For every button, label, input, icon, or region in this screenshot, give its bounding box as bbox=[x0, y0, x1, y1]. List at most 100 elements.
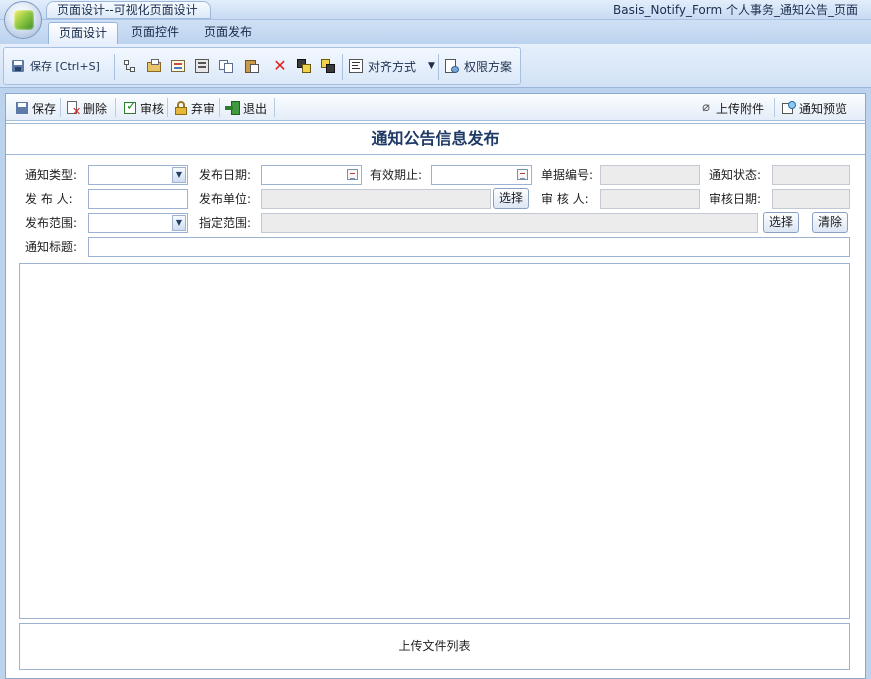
notify-preview-button[interactable]: 通知预览 bbox=[781, 99, 847, 117]
toolbar-separator bbox=[774, 98, 775, 117]
chevron-down-icon[interactable]: ▼ bbox=[172, 167, 186, 183]
notify-preview-label: 通知预览 bbox=[799, 101, 848, 116]
chevron-down-icon: ▼ bbox=[428, 61, 435, 71]
form-audit-label: 审核 bbox=[140, 101, 165, 116]
ribbon-toolbar: 保存 [Ctrl+S] ✕ 对齐方式 ▼ 权限方案 bbox=[0, 44, 871, 88]
upload-attachment-label: 上传附件 bbox=[716, 101, 765, 116]
ribbon-layout-button[interactable] bbox=[194, 56, 210, 76]
form-exit-button[interactable]: 退出 bbox=[225, 99, 267, 117]
permission-scheme-icon bbox=[444, 58, 460, 74]
delete-document-icon: ✕ bbox=[65, 100, 81, 117]
publish-scope-select[interactable]: ▼ bbox=[88, 213, 188, 233]
tab-page-controls[interactable]: 页面控件 bbox=[121, 22, 189, 44]
ribbon-delete-button[interactable]: ✕ bbox=[272, 56, 288, 76]
toolbar-separator bbox=[115, 98, 116, 117]
form-abandon-button[interactable]: 弃审 bbox=[173, 99, 215, 117]
ribbon-tree-button[interactable] bbox=[122, 56, 138, 76]
align-icon bbox=[348, 58, 364, 74]
document-title: Basis_Notify_Form 个人事务_通知公告_页面 bbox=[613, 3, 858, 17]
specified-scope-field bbox=[261, 213, 758, 233]
form-delete-label: 删除 bbox=[83, 101, 108, 116]
ribbon-save-button[interactable]: 保存 [Ctrl+S] bbox=[10, 56, 100, 76]
ribbon-edit-button[interactable] bbox=[170, 56, 186, 76]
form-save-button[interactable]: 保存 bbox=[14, 99, 56, 117]
toolbar-separator bbox=[167, 98, 168, 117]
window-title-bar: 页面设计--可视化页面设计 Basis_Notify_Form 个人事务_通知公… bbox=[0, 0, 871, 39]
publish-unit-field bbox=[261, 189, 491, 209]
select-scope-button[interactable]: 选择 bbox=[763, 212, 799, 233]
upload-attachment-button[interactable]: ⌀ 上传附件 bbox=[698, 99, 764, 117]
ribbon-group: 保存 [Ctrl+S] ✕ 对齐方式 ▼ 权限方案 bbox=[3, 47, 521, 85]
label-publisher: 发 布 人: bbox=[25, 192, 73, 206]
review-date-field bbox=[772, 189, 850, 209]
tab-page-publish[interactable]: 页面发布 bbox=[194, 22, 262, 44]
ribbon-send-back-button[interactable] bbox=[320, 56, 336, 76]
notify-content-editor[interactable] bbox=[19, 263, 850, 619]
notify-type-select[interactable]: ▼ bbox=[88, 165, 188, 185]
form-window: 保存 ✕ 删除 ✓ 审核 弃审 退出 ⌀ 上传附件 通知预览 通知公告信息发布 … bbox=[5, 93, 866, 679]
ribbon-tab-strip: 页面设计 页面控件 页面发布 bbox=[0, 20, 871, 44]
ribbon-save-label: 保存 [Ctrl+S] bbox=[30, 60, 100, 73]
notify-status-field bbox=[772, 165, 850, 185]
paperclip-icon: ⌀ bbox=[702, 100, 710, 115]
toolbar-separator bbox=[219, 98, 220, 117]
form-toolbar: 保存 ✕ 删除 ✓ 审核 弃审 退出 ⌀ 上传附件 通知预览 bbox=[6, 94, 865, 121]
checkbox-check-icon: ✓ bbox=[124, 99, 137, 114]
label-specified-scope: 指定范围: bbox=[199, 216, 252, 230]
ribbon-align-label: 对齐方式 bbox=[368, 59, 417, 74]
send-to-back-icon bbox=[320, 58, 336, 74]
label-notify-status: 通知状态: bbox=[709, 168, 762, 182]
clear-scope-button[interactable]: 清除 bbox=[812, 212, 848, 233]
lock-icon bbox=[173, 100, 189, 116]
layout-grid-icon bbox=[194, 58, 210, 74]
form-title: 通知公告信息发布 bbox=[6, 123, 865, 155]
label-review-date: 审核日期: bbox=[709, 192, 762, 206]
bring-to-front-icon bbox=[296, 58, 312, 74]
ribbon-bring-front-button[interactable] bbox=[296, 56, 312, 76]
label-reviewer: 审 核 人: bbox=[541, 192, 589, 206]
notify-title-field[interactable] bbox=[88, 237, 850, 257]
app-orb-button[interactable] bbox=[4, 1, 42, 39]
ribbon-align-dropdown[interactable]: 对齐方式 ▼ bbox=[348, 56, 435, 76]
publish-date-picker[interactable] bbox=[261, 165, 362, 185]
calendar-icon[interactable] bbox=[517, 169, 528, 180]
form-abandon-label: 弃审 bbox=[191, 101, 216, 116]
label-publish-date: 发布日期: bbox=[199, 168, 252, 182]
copy-icon bbox=[218, 58, 234, 74]
tab-page-design[interactable]: 页面设计 bbox=[48, 22, 119, 44]
form-delete-button[interactable]: ✕ 删除 bbox=[65, 99, 107, 117]
app-logo-icon bbox=[14, 10, 34, 30]
form-audit-button[interactable]: ✓ 审核 bbox=[122, 99, 164, 117]
label-valid-until: 有效期止: bbox=[370, 168, 423, 182]
chevron-down-icon[interactable]: ▼ bbox=[172, 215, 186, 231]
reviewer-field bbox=[600, 189, 700, 209]
delete-x-icon: ✕ bbox=[273, 56, 287, 75]
app-title-tab[interactable]: 页面设计--可视化页面设计 bbox=[46, 1, 211, 19]
form-exit-label: 退出 bbox=[243, 101, 268, 116]
label-notify-type: 通知类型: bbox=[25, 168, 78, 182]
floppy-disk-icon bbox=[10, 58, 26, 74]
publisher-field[interactable] bbox=[88, 189, 188, 209]
select-unit-button[interactable]: 选择 bbox=[493, 188, 529, 209]
ribbon-paste-button[interactable] bbox=[244, 56, 260, 76]
ribbon-copy-button[interactable] bbox=[218, 56, 234, 76]
form-save-label: 保存 bbox=[32, 101, 57, 116]
ribbon-permission-label: 权限方案 bbox=[464, 59, 513, 74]
ribbon-permission-button[interactable]: 权限方案 bbox=[444, 56, 512, 76]
label-publish-scope: 发布范围: bbox=[25, 216, 78, 230]
tree-structure-icon bbox=[122, 58, 138, 74]
ribbon-separator bbox=[438, 54, 439, 80]
calendar-icon[interactable] bbox=[347, 169, 358, 180]
uploaded-file-list[interactable]: 上传文件列表 bbox=[19, 623, 850, 670]
floppy-disk-icon bbox=[14, 100, 30, 116]
edit-form-icon bbox=[170, 58, 186, 74]
doc-number-field bbox=[600, 165, 700, 185]
toolbar-separator bbox=[60, 98, 61, 117]
valid-until-picker[interactable] bbox=[431, 165, 532, 185]
label-doc-number: 单据编号: bbox=[541, 168, 594, 182]
ribbon-separator bbox=[342, 54, 343, 80]
ribbon-properties-button[interactable] bbox=[146, 56, 162, 76]
ribbon-separator bbox=[114, 54, 115, 80]
exit-door-icon bbox=[225, 100, 241, 116]
label-notify-title: 通知标题: bbox=[25, 240, 78, 254]
